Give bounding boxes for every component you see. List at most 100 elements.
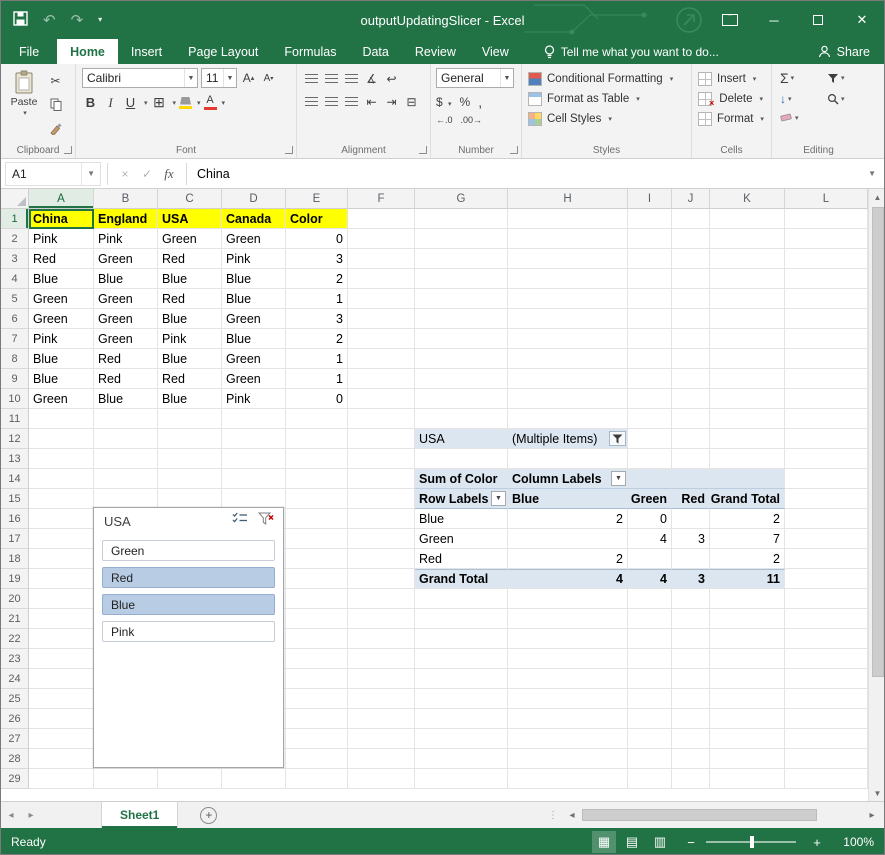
scroll-right-icon[interactable]: ▸ [864,810,880,821]
cell-L26[interactable] [785,709,868,729]
cell-D9[interactable]: Green [222,369,286,389]
row-header-3[interactable]: 3 [1,249,29,269]
horizontal-scrollbar[interactable]: ⋮ ◂ ▸ [544,802,884,828]
cancel-icon[interactable]: × [114,167,136,181]
cell-B14[interactable] [94,469,158,489]
page-layout-view-icon[interactable]: ▤ [620,831,644,853]
minimize-icon[interactable]: ─ [752,1,796,39]
cell-H24[interactable] [508,669,628,689]
cell-F23[interactable] [348,649,415,669]
cell-L10[interactable] [785,389,868,409]
normal-view-icon[interactable]: ▦ [592,831,616,853]
cell-H17[interactable] [508,529,628,549]
align-center-icon[interactable] [323,93,340,110]
cell-L1[interactable] [785,209,868,229]
cell-A16[interactable] [29,509,94,529]
chevron-down-icon[interactable]: ▾ [197,99,201,107]
decrease-decimal-icon[interactable]: .00→ [461,115,483,125]
column-header-K[interactable]: K [710,189,785,209]
underline-icon[interactable]: U [122,94,139,111]
cell-F15[interactable] [348,489,415,509]
cell-A5[interactable]: Green [29,289,94,309]
cell-A2[interactable]: Pink [29,229,94,249]
percent-icon[interactable]: % [460,95,471,109]
cell-H11[interactable] [508,409,628,429]
cell-J20[interactable] [672,589,710,609]
cell-K19[interactable]: 11 [710,569,785,589]
cell-H21[interactable] [508,609,628,629]
fill-button[interactable]: ↓▾ [780,92,815,106]
cell-L11[interactable] [785,409,868,429]
cell-A12[interactable] [29,429,94,449]
cell-B3[interactable]: Green [94,249,158,269]
cell-A15[interactable] [29,489,94,509]
cell-J2[interactable] [672,229,710,249]
cell-C4[interactable]: Blue [158,269,222,289]
cell-G24[interactable] [415,669,508,689]
dialog-launcher-icon[interactable] [64,146,72,154]
cell-A4[interactable]: Blue [29,269,94,289]
formula-bar-expand-icon[interactable]: ▼ [860,169,884,178]
vertical-scrollbar[interactable]: ▲ ▼ [868,189,885,801]
cell-K13[interactable] [710,449,785,469]
cell-I27[interactable] [628,729,672,749]
cell-F8[interactable] [348,349,415,369]
cell-F19[interactable] [348,569,415,589]
cell-B29[interactable] [94,769,158,789]
cell-A10[interactable]: Green [29,389,94,409]
cell-G4[interactable] [415,269,508,289]
decrease-indent-icon[interactable]: ⇤ [363,93,380,110]
cell-C10[interactable]: Blue [158,389,222,409]
cell-K20[interactable] [710,589,785,609]
cell-A27[interactable] [29,729,94,749]
cell-L4[interactable] [785,269,868,289]
cell-H8[interactable] [508,349,628,369]
cell-L2[interactable] [785,229,868,249]
cell-G2[interactable] [415,229,508,249]
cell-G20[interactable] [415,589,508,609]
cell-J29[interactable] [672,769,710,789]
close-icon[interactable]: ✕ [840,1,884,39]
tab-view[interactable]: View [469,39,522,64]
merge-center-icon[interactable]: ⊟ [403,93,420,110]
share-button[interactable]: Share [818,39,870,64]
tell-me-box[interactable]: Tell me what you want to do... [544,39,719,64]
tab-home[interactable]: Home [57,39,118,64]
cell-J13[interactable] [672,449,710,469]
copy-icon[interactable] [47,96,64,113]
align-middle-icon[interactable] [323,70,340,87]
column-header-E[interactable]: E [286,189,348,209]
row-header-23[interactable]: 23 [1,649,29,669]
cell-E26[interactable] [286,709,348,729]
cell-J24[interactable] [672,669,710,689]
scroll-up-icon[interactable]: ▲ [869,189,885,205]
cell-C15[interactable] [158,489,222,509]
row-header-21[interactable]: 21 [1,609,29,629]
cell-F13[interactable] [348,449,415,469]
cell-D12[interactable] [222,429,286,449]
cell-G7[interactable] [415,329,508,349]
increase-decimal-icon[interactable]: ←.0 [436,115,453,125]
cell-H12[interactable]: (Multiple Items) [508,429,628,449]
cell-E4[interactable]: 2 [286,269,348,289]
insert-cells-button[interactable]: Insert ▾ [698,69,767,89]
formula-input[interactable]: China [193,167,860,181]
cell-A1[interactable]: China [29,209,94,229]
cell-K24[interactable] [710,669,785,689]
cell-K4[interactable] [710,269,785,289]
select-all-corner[interactable] [1,189,29,209]
cell-J1[interactable] [672,209,710,229]
cell-C12[interactable] [158,429,222,449]
cell-I5[interactable] [628,289,672,309]
cell-E5[interactable]: 1 [286,289,348,309]
cell-C14[interactable] [158,469,222,489]
cell-I20[interactable] [628,589,672,609]
cell-G18[interactable]: Red [415,549,508,569]
cell-I6[interactable] [628,309,672,329]
scroll-down-icon[interactable]: ▼ [869,785,885,801]
cell-F29[interactable] [348,769,415,789]
cell-G9[interactable] [415,369,508,389]
cell-F1[interactable] [348,209,415,229]
cell-C9[interactable]: Red [158,369,222,389]
cell-I22[interactable] [628,629,672,649]
